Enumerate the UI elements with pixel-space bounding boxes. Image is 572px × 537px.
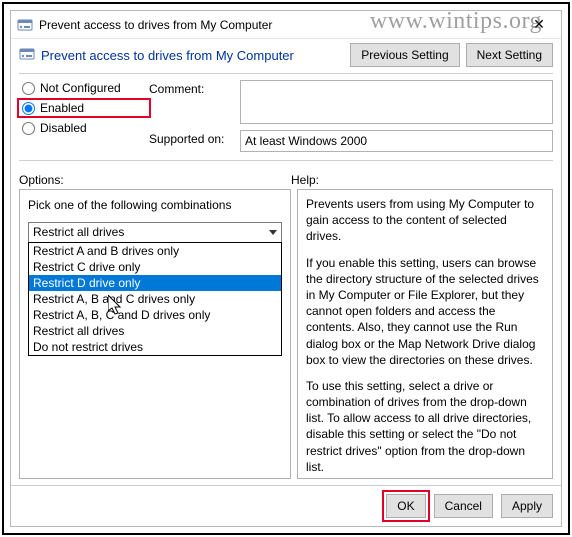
radio-disabled[interactable]: Disabled — [19, 120, 149, 136]
content-row: Pick one of the following combinations R… — [11, 189, 561, 485]
supported-on-label: Supported on: — [149, 130, 234, 146]
radio-disabled-input[interactable] — [22, 122, 35, 135]
cancel-button[interactable]: Cancel — [434, 494, 493, 518]
help-paragraph: Prevents users from using My Computer to… — [306, 196, 544, 245]
window-title: Prevent access to drives from My Compute… — [39, 18, 523, 32]
gpedit-policy-dialog: Prevent access to drives from My Compute… — [10, 10, 562, 527]
options-heading: Options: — [19, 173, 291, 187]
combobox-dropdown: Restrict A and B drives onlyRestrict C d… — [28, 242, 282, 356]
policy-name-heading: Prevent access to drives from My Compute… — [41, 48, 344, 63]
combobox-option[interactable]: Restrict D drive only — [29, 275, 281, 291]
apply-button[interactable]: Apply — [501, 494, 553, 518]
combobox-option[interactable]: Restrict all drives — [29, 323, 281, 339]
combobox-option[interactable]: Restrict A, B, C and D drives only — [29, 307, 281, 323]
comment-label: Comment: — [149, 80, 234, 96]
divider — [19, 73, 553, 74]
state-radio-group: Not Configured Enabled Disabled — [19, 80, 149, 152]
close-button[interactable]: ✕ — [523, 14, 555, 36]
combobox-option[interactable]: Restrict C drive only — [29, 259, 281, 275]
ok-button[interactable]: OK — [386, 494, 425, 518]
radio-enabled-input[interactable] — [22, 102, 35, 115]
options-prompt: Pick one of the following combinations — [28, 198, 282, 212]
mid-labels: Options: Help: — [11, 165, 561, 189]
supported-on-value: At least Windows 2000 — [240, 130, 553, 152]
divider — [19, 160, 553, 161]
policy-icon — [17, 17, 33, 33]
state-comment-row: Not Configured Enabled Disabled Comment: — [11, 78, 561, 156]
previous-setting-button[interactable]: Previous Setting — [350, 43, 459, 67]
combobox-option[interactable]: Restrict A and B drives only — [29, 243, 281, 259]
help-paragraph: To use this setting, select a drive or c… — [306, 378, 544, 475]
radio-not-configured[interactable]: Not Configured — [19, 80, 149, 96]
combobox-option[interactable]: Do not restrict drives — [29, 339, 281, 355]
combobox-option[interactable]: Restrict A, B and C drives only — [29, 291, 281, 307]
radio-enabled-label: Enabled — [40, 101, 84, 115]
header-row: Prevent access to drives from My Compute… — [11, 39, 561, 69]
help-heading: Help: — [291, 173, 553, 187]
radio-not-configured-input[interactable] — [22, 82, 35, 95]
next-setting-button[interactable]: Next Setting — [466, 43, 553, 67]
radio-disabled-label: Disabled — [40, 121, 87, 135]
comment-textarea[interactable] — [240, 80, 553, 124]
titlebar: Prevent access to drives from My Compute… — [11, 11, 561, 39]
policy-icon — [19, 46, 35, 65]
help-paragraph: If you enable this setting, users can br… — [306, 255, 544, 368]
help-panel[interactable]: Prevents users from using My Computer to… — [297, 189, 553, 479]
radio-not-configured-label: Not Configured — [40, 81, 121, 95]
drive-restrict-combobox[interactable]: Restrict all drives Restrict A and B dri… — [28, 222, 282, 243]
dialog-footer: OK Cancel Apply — [11, 485, 561, 526]
options-panel: Pick one of the following combinations R… — [19, 189, 291, 479]
radio-enabled[interactable]: Enabled — [19, 100, 149, 116]
combobox-selected[interactable]: Restrict all drives — [28, 222, 282, 243]
